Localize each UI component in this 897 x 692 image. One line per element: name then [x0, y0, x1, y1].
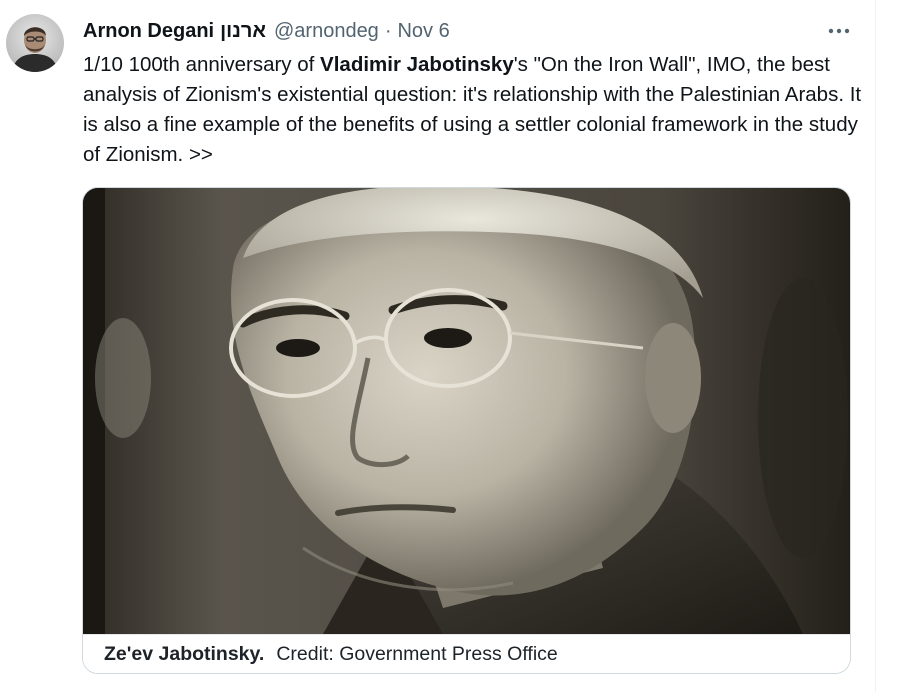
avatar-image: [6, 14, 64, 72]
tweet-text-lead: 1/10 100th anniversary of: [83, 53, 321, 76]
more-horizontal-icon: [828, 28, 850, 34]
tweet-header: Arnon Degani ארנון @arnondeg · Nov 6: [83, 18, 450, 44]
caption-name: Ze'ev Jabotinsky.: [104, 642, 265, 665]
separator-dot: ·: [384, 20, 392, 42]
user-handle[interactable]: @arnondeg: [274, 18, 379, 44]
tweet-text-mention[interactable]: Vladimir Jabotinsky: [320, 53, 514, 76]
caption-credit: Credit: Government Press Office: [276, 642, 558, 665]
media-caption: Ze'ev Jabotinsky. Credit: Government Pre…: [83, 634, 850, 673]
tweet[interactable]: Arnon Degani ארנון @arnondeg · Nov 6 1/1…: [0, 0, 876, 692]
media-card[interactable]: Ze'ev Jabotinsky. Credit: Government Pre…: [82, 187, 851, 674]
tweet-timestamp[interactable]: Nov 6: [397, 18, 449, 44]
display-name[interactable]: Arnon Degani: [83, 18, 214, 44]
tweet-text: 1/10 100th anniversary of Vladimir Jabot…: [83, 50, 863, 170]
portrait-photo[interactable]: [83, 188, 850, 634]
more-options-button[interactable]: [824, 18, 854, 44]
avatar[interactable]: [6, 14, 64, 72]
display-name-hebrew[interactable]: ארנון: [220, 18, 266, 44]
